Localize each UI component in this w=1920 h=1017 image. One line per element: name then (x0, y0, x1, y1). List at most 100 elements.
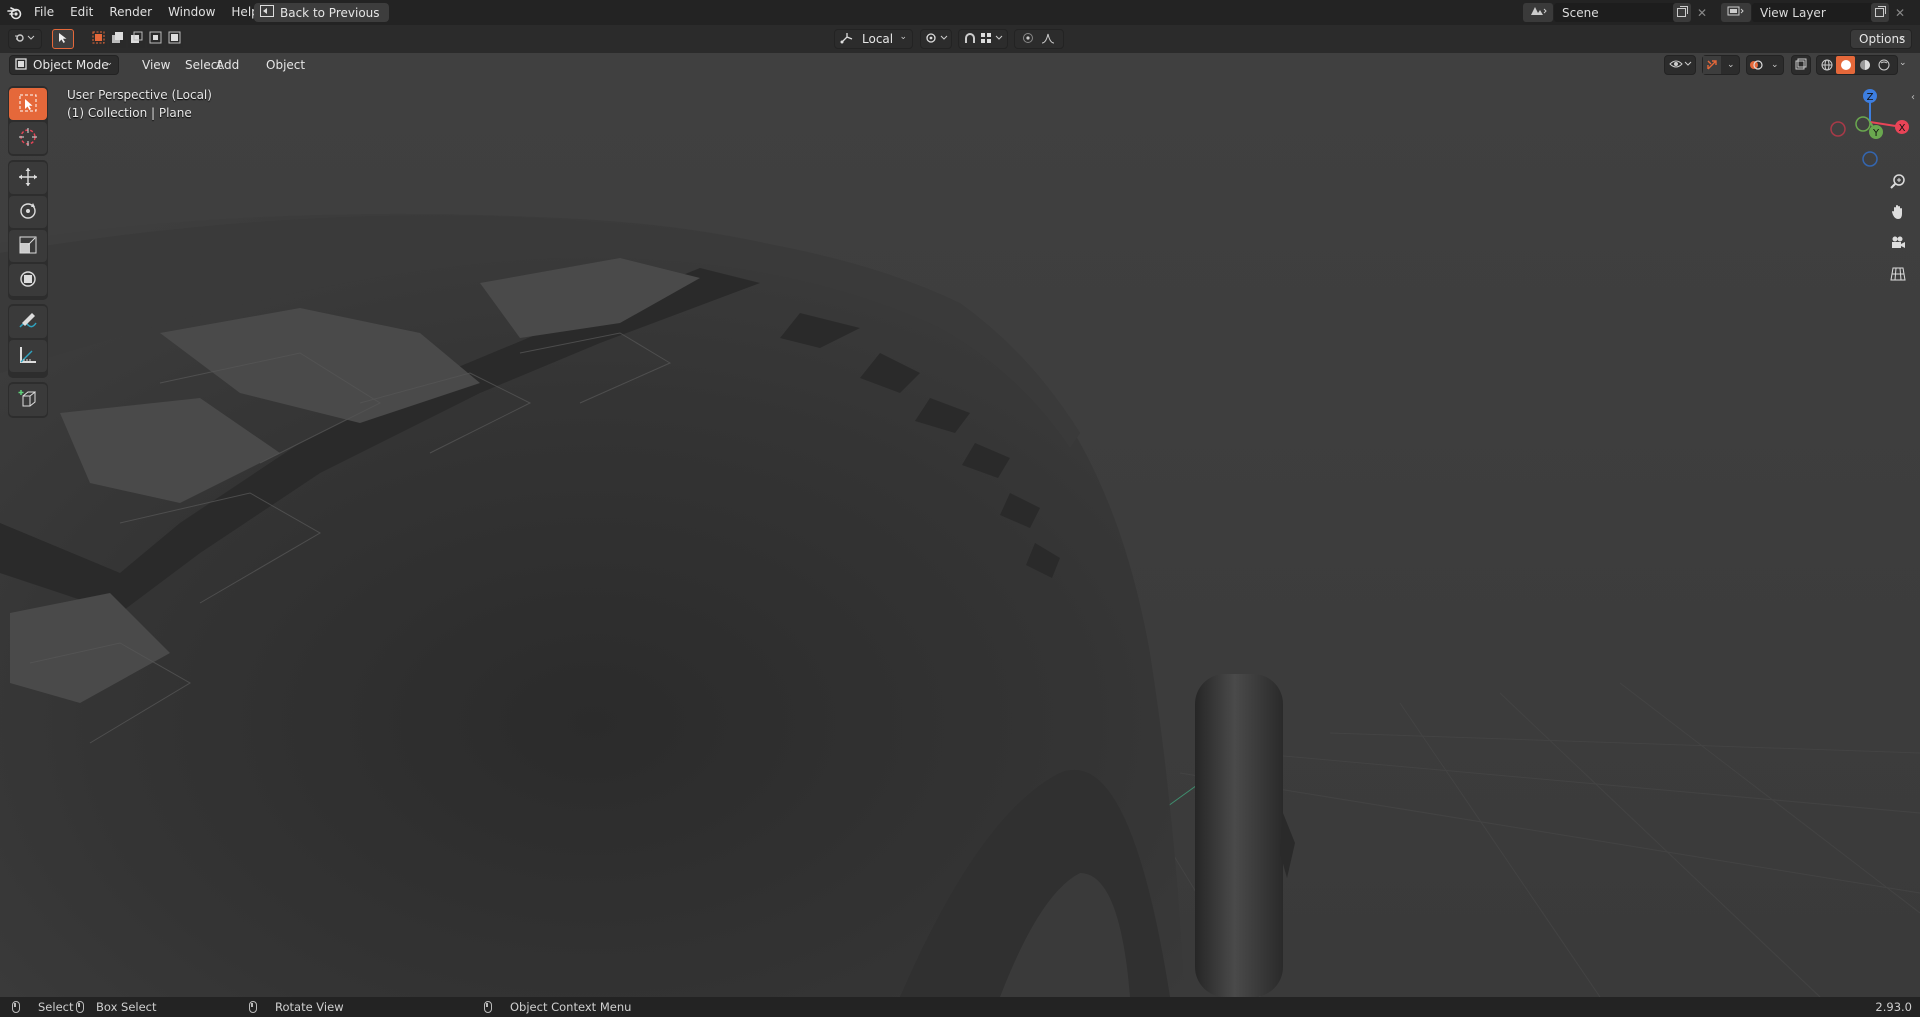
select-invert-icon (149, 31, 162, 47)
active-tool-button[interactable] (52, 29, 74, 49)
gizmo-neg-y-axis[interactable] (1855, 116, 1871, 132)
gizmo-z-label: Z (1867, 92, 1874, 103)
add-cube-icon (18, 389, 38, 412)
3d-viewport[interactable]: User Perspective (Local) (1) Collection … (0, 53, 1920, 997)
gizmo-dropdown[interactable]: ⌄ (1702, 55, 1740, 75)
view-layer-new-button[interactable] (1871, 3, 1889, 22)
menu-view[interactable]: View (136, 55, 176, 75)
rotate-tool[interactable] (9, 196, 47, 228)
sidebar-toggle-chevron-icon[interactable]: ‹ (1911, 92, 1915, 103)
active-object-label: (1) Collection | Plane (67, 106, 192, 120)
editor-type-dropdown[interactable] (8, 29, 42, 49)
status-select-hint: Select (12, 997, 73, 1017)
select-extend-button[interactable] (109, 30, 126, 48)
view-layer-browse-button[interactable] (1721, 3, 1751, 22)
view-layer-name-field[interactable]: View Layer (1752, 3, 1880, 22)
gizmo-toggle-icon[interactable] (1703, 56, 1721, 74)
overlays-icon[interactable] (1747, 56, 1765, 74)
mouse-left-icon (12, 1001, 20, 1013)
select-intersect-button[interactable] (166, 30, 183, 48)
status-rotate-view-hint: Rotate View (249, 997, 344, 1017)
pivot-icon (921, 32, 949, 47)
shading-options-chevron-icon[interactable]: ⌄ (1899, 58, 1907, 68)
material-preview-icon[interactable] (1855, 59, 1874, 71)
top-menu-bar: File Edit Render Window Help Back to Pre… (0, 0, 1920, 25)
transform-orientation-dropdown[interactable]: Local ⌄ (834, 29, 913, 49)
overlays-dropdown[interactable]: ⌄ (1746, 55, 1784, 75)
select-subtract-button[interactable] (128, 30, 145, 48)
transform-tool[interactable] (9, 264, 47, 296)
transform-orientation-value: Local (862, 32, 894, 46)
transform-icon (18, 269, 38, 292)
camera-view-button[interactable] (1884, 230, 1912, 258)
selection-mode-group (90, 30, 183, 48)
object-mode-dropdown[interactable]: Object Mode ⌄ (9, 55, 119, 75)
scale-tool[interactable] (9, 230, 47, 262)
hand-icon (1890, 204, 1906, 223)
status-box-select-hint: Box Select (76, 997, 157, 1017)
cursor-arrow-icon (58, 32, 68, 47)
pivot-point-dropdown[interactable] (920, 29, 952, 49)
scene-browse-button[interactable] (1523, 3, 1553, 22)
back-to-previous-button[interactable]: Back to Previous (254, 3, 389, 22)
shading-mode-group (1816, 55, 1898, 75)
grid-perspective-icon (1890, 266, 1906, 285)
select-new-button[interactable] (90, 30, 107, 48)
scene-name-field[interactable]: Scene (1554, 3, 1682, 22)
options-label: Options (1859, 32, 1906, 46)
menu-file[interactable]: File (26, 0, 62, 25)
move-arrows-icon (18, 167, 38, 190)
scene-delete-button[interactable]: ✕ (1693, 3, 1711, 22)
gizmo-neg-x-axis[interactable] (1830, 121, 1846, 137)
menu-add[interactable]: Add (210, 55, 245, 75)
navigation-gizmo[interactable]: Z X Y (1830, 86, 1910, 176)
proportional-editing-group[interactable] (1014, 29, 1064, 49)
camera-icon (1890, 235, 1906, 254)
zoom-view-button[interactable] (1884, 168, 1912, 196)
scene-name: Scene (1562, 5, 1599, 20)
back-screen-icon (260, 5, 274, 20)
back-to-previous-label: Back to Previous (280, 5, 380, 20)
select-box-tool[interactable] (9, 88, 47, 120)
blender-logo-icon[interactable] (4, 0, 26, 25)
menu-object[interactable]: Object (260, 55, 311, 75)
move-tool[interactable] (9, 162, 47, 194)
3d-cursor-icon (18, 127, 38, 150)
menu-render[interactable]: Render (101, 0, 160, 25)
viewport-scene-render (0, 53, 1920, 997)
copy-icon (1874, 5, 1886, 20)
tool-settings-bar: Local ⌄ Options ⌄ (0, 25, 1920, 53)
rendered-shading-icon[interactable] (1874, 59, 1893, 71)
object-mode-icon (10, 57, 27, 73)
select-invert-button[interactable] (147, 30, 164, 48)
object-mode-value: Object Mode (33, 58, 109, 72)
scale-icon (18, 235, 38, 258)
orientation-icon (835, 32, 854, 47)
cursor-tool[interactable] (9, 122, 47, 154)
magnet-icon (959, 32, 977, 47)
options-dropdown[interactable]: Options ⌄ (1850, 29, 1912, 49)
close-icon: ✕ (1894, 5, 1906, 20)
pan-view-button[interactable] (1884, 199, 1912, 227)
snapping-dropdown[interactable] (958, 29, 1008, 49)
solid-shading-icon[interactable] (1836, 56, 1855, 74)
view-layer-name: View Layer (1760, 5, 1826, 20)
select-extend-icon (111, 31, 124, 47)
perspective-toggle-button[interactable] (1884, 261, 1912, 289)
menu-window[interactable]: Window (160, 0, 223, 25)
mouse-right-icon (484, 1001, 492, 1013)
mouse-drag-icon (76, 1001, 84, 1013)
xray-toggle[interactable] (1791, 55, 1811, 75)
add-cube-tool[interactable] (9, 384, 47, 416)
pencil-annotate-icon (18, 311, 38, 334)
view-layer-delete-button[interactable]: ✕ (1891, 3, 1909, 22)
status-bar: Select Box Select Rotate View Object Con… (0, 997, 1920, 1017)
menu-edit[interactable]: Edit (62, 0, 101, 25)
wireframe-shading-icon[interactable] (1817, 59, 1836, 71)
scene-new-button[interactable] (1673, 3, 1691, 22)
annotate-tool[interactable] (9, 306, 47, 338)
gizmo-y-label: Y (1872, 128, 1880, 139)
gizmo-neg-z-axis[interactable] (1862, 151, 1878, 167)
measure-tool[interactable] (9, 340, 47, 372)
visibility-dropdown[interactable] (1664, 55, 1696, 75)
